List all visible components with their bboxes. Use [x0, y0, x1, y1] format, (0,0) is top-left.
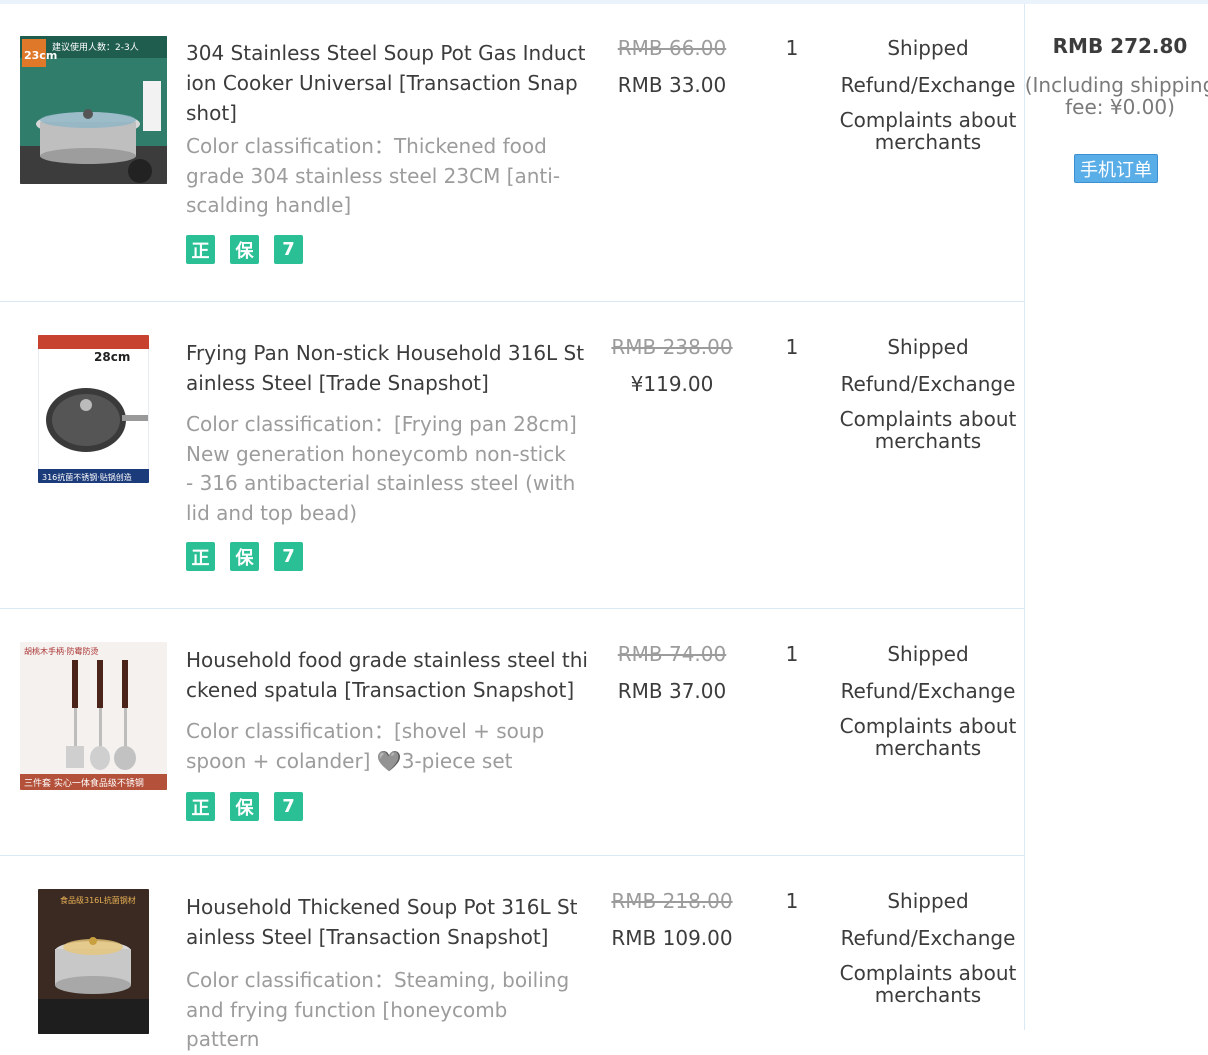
- product-thumbnail[interactable]: 食品级316L抗菌钢材: [38, 889, 149, 1034]
- shipping-fee-note: (Including shipping fee: ¥0.00): [1024, 73, 1208, 119]
- price-cell: RMB 74.00 RMB 37.00: [596, 641, 748, 704]
- product-title-link[interactable]: Frying Pan Non-stick Household 316L Stai…: [186, 341, 584, 395]
- paid-price: RMB 37.00: [617, 679, 727, 703]
- genuine-badge-icon[interactable]: 正: [186, 235, 215, 264]
- refund-exchange-link[interactable]: Refund/Exchange: [832, 72, 1024, 98]
- genuine-badge-icon[interactable]: 正: [186, 792, 215, 821]
- product-title[interactable]: Household food grade stainless steel thi…: [186, 645, 588, 705]
- seven-day-return-badge-icon[interactable]: 7: [274, 542, 303, 571]
- paid-price: ¥119.00: [630, 372, 714, 396]
- service-badges: 正 保 7: [186, 792, 303, 822]
- original-price: RMB 74.00: [617, 642, 727, 666]
- refund-exchange-link[interactable]: Refund/Exchange: [832, 371, 1024, 397]
- status-cell: Shipped Refund/Exchange Complaints about…: [832, 888, 1024, 1006]
- product-thumbnail[interactable]: 胡桃木手柄·防霉防烫 三件套 实心一体食品级不锈钢: [20, 642, 167, 790]
- thumbnail-caption: 三件套 实心一体食品级不锈钢: [24, 777, 144, 789]
- quantity: 1: [785, 642, 799, 666]
- product-variant: Color classification：Steaming, boiling a…: [186, 968, 570, 1052]
- order-item-row: 食品级316L抗菌钢材 Household Thickened Soup Pot…: [0, 856, 1024, 1051]
- thumbnail-caption: 食品级316L抗菌钢材: [60, 895, 136, 905]
- order-item-row: 23cm 建议使用人数：2-3人 304 Stainless Steel Sou…: [0, 4, 1024, 302]
- insurance-badge-icon[interactable]: 保: [230, 542, 259, 571]
- paid-price: RMB 33.00: [617, 73, 727, 97]
- genuine-badge-icon[interactable]: 正: [186, 542, 215, 571]
- original-price: RMB 218.00: [611, 889, 733, 913]
- shipping-status: Shipped: [887, 642, 969, 666]
- seven-day-return-badge-icon[interactable]: 7: [274, 235, 303, 264]
- thumbnail-caption: 胡桃木手柄·防霉防烫: [24, 646, 99, 656]
- complaint-link[interactable]: Complaints about merchants: [832, 109, 1024, 153]
- complaint-link[interactable]: Complaints about merchants: [832, 715, 1024, 759]
- shipping-status: Shipped: [887, 889, 969, 913]
- order-item-row: 胡桃木手柄·防霉防烫 三件套 实心一体食品级不锈钢 Household food…: [0, 609, 1024, 856]
- order-total: RMB 272.80: [1052, 34, 1188, 58]
- status-cell: Shipped Refund/Exchange Complaints about…: [832, 35, 1024, 153]
- complaint-link[interactable]: Complaints about merchants: [832, 962, 1024, 1006]
- quantity: 1: [785, 889, 799, 913]
- product-title-link[interactable]: 304 Stainless Steel Soup Pot Gas Inducti…: [186, 41, 585, 125]
- service-badges: 正 保 7: [186, 542, 303, 572]
- mobile-order-button[interactable]: 手机订单: [1074, 154, 1158, 183]
- product-title-link[interactable]: Household Thickened Soup Pot 316L Stainl…: [186, 895, 578, 949]
- original-price: RMB 66.00: [617, 36, 727, 60]
- status-cell: Shipped Refund/Exchange Complaints about…: [832, 641, 1024, 759]
- insurance-badge-icon[interactable]: 保: [230, 792, 259, 821]
- order-item-row: 28cm 316抗菌不锈钢·贴锅创造 Frying Pan Non-stick …: [0, 302, 1024, 609]
- refund-exchange-link[interactable]: Refund/Exchange: [832, 678, 1024, 704]
- quantity: 1: [785, 335, 799, 359]
- price-cell: RMB 218.00 RMB 109.00: [596, 888, 748, 951]
- seven-day-return-badge-icon[interactable]: 7: [274, 792, 303, 821]
- thumbnail-caption: 316抗菌不锈钢·贴锅创造: [42, 472, 132, 482]
- product-title[interactable]: Frying Pan Non-stick Household 316L Stai…: [186, 338, 588, 398]
- product-variant: Color classification：Thickened food grad…: [186, 134, 561, 218]
- product-thumbnail[interactable]: 28cm 316抗菌不锈钢·贴锅创造: [38, 335, 149, 483]
- paid-price: RMB 109.00: [611, 926, 733, 950]
- complaint-link[interactable]: Complaints about merchants: [832, 408, 1024, 452]
- shipping-status: Shipped: [887, 36, 969, 60]
- product-title[interactable]: Household Thickened Soup Pot 316L Stainl…: [186, 892, 588, 952]
- status-cell: Shipped Refund/Exchange Complaints about…: [832, 334, 1024, 452]
- thumbnail-caption: 建议使用人数：2-3人: [52, 41, 139, 53]
- thumbnail-size-label: 28cm: [94, 350, 130, 364]
- insurance-badge-icon[interactable]: 保: [230, 235, 259, 264]
- refund-exchange-link[interactable]: Refund/Exchange: [832, 925, 1024, 951]
- product-title[interactable]: 304 Stainless Steel Soup Pot Gas Inducti…: [186, 38, 588, 128]
- original-price: RMB 238.00: [611, 335, 733, 359]
- shipping-status: Shipped: [887, 335, 969, 359]
- price-cell: RMB 66.00 RMB 33.00: [596, 35, 748, 98]
- quantity: 1: [785, 36, 799, 60]
- product-variant: Color classification：[Frying pan 28cm] N…: [186, 412, 577, 525]
- order-items-list: 23cm 建议使用人数：2-3人 304 Stainless Steel Sou…: [0, 4, 1024, 1051]
- product-thumbnail[interactable]: 23cm 建议使用人数：2-3人: [20, 36, 167, 184]
- service-badges: 正 保 7: [186, 235, 303, 265]
- product-title-link[interactable]: Household food grade stainless steel thi…: [186, 648, 588, 702]
- price-cell: RMB 238.00 ¥119.00: [596, 334, 748, 397]
- product-variant: Color classification：[shovel + soup spoo…: [186, 719, 545, 773]
